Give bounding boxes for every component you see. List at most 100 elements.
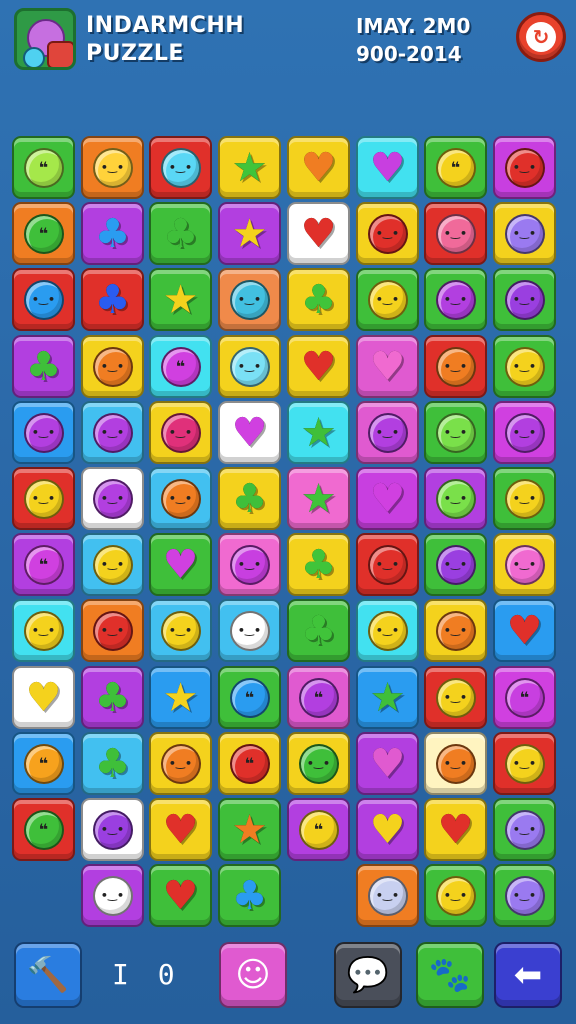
game-tile[interactable]: •‿• — [149, 732, 212, 795]
game-tile[interactable]: ♣ — [81, 732, 144, 795]
game-tile[interactable]: •‿• — [218, 335, 281, 398]
game-tile[interactable]: ❝ — [12, 732, 75, 795]
game-tile[interactable]: ★ — [356, 666, 419, 729]
game-tile[interactable]: ♥ — [356, 467, 419, 530]
game-tile[interactable]: •‿• — [356, 202, 419, 265]
game-tile[interactable]: ★ — [218, 798, 281, 861]
game-tile[interactable]: •‿• — [218, 268, 281, 331]
game-tile[interactable]: ★ — [287, 401, 350, 464]
game-tile[interactable]: •‿• — [81, 864, 144, 927]
game-tile[interactable]: •‿• — [81, 401, 144, 464]
game-tile[interactable]: ♥ — [287, 335, 350, 398]
game-tile[interactable]: •‿• — [149, 401, 212, 464]
game-tile[interactable]: •‿• — [493, 335, 556, 398]
refresh-button[interactable]: ↻ — [516, 12, 566, 62]
game-tile[interactable]: •‿• — [356, 533, 419, 596]
game-tile[interactable]: ♥ — [493, 599, 556, 662]
game-tile[interactable]: •‿• — [493, 401, 556, 464]
game-tile[interactable]: ❝ — [424, 136, 487, 199]
game-tile[interactable]: •‿• — [493, 533, 556, 596]
game-tile[interactable]: ❝ — [12, 798, 75, 861]
game-tile[interactable]: ♥ — [149, 533, 212, 596]
game-tile[interactable]: •‿• — [356, 401, 419, 464]
game-tile[interactable]: ★ — [149, 666, 212, 729]
game-tile[interactable]: ♣ — [287, 533, 350, 596]
game-tile[interactable]: ★ — [218, 202, 281, 265]
game-tile[interactable]: ♥ — [424, 798, 487, 861]
game-tile[interactable]: •‿• — [12, 599, 75, 662]
game-tile[interactable]: ♣ — [149, 202, 212, 265]
game-tile[interactable]: ♥ — [12, 666, 75, 729]
game-tile[interactable]: •‿• — [424, 335, 487, 398]
game-tile[interactable]: •‿• — [12, 401, 75, 464]
game-tile[interactable]: •‿• — [149, 467, 212, 530]
game-tile[interactable]: •‿• — [493, 732, 556, 795]
game-tile[interactable]: •‿• — [424, 599, 487, 662]
game-tile[interactable]: •‿• — [424, 533, 487, 596]
game-tile[interactable]: ❝ — [149, 335, 212, 398]
game-tile[interactable]: •‿• — [424, 401, 487, 464]
game-tile[interactable]: •‿• — [356, 864, 419, 927]
game-tile[interactable]: •‿• — [424, 732, 487, 795]
game-tile[interactable]: ♣ — [81, 202, 144, 265]
game-tile[interactable]: ❝ — [12, 202, 75, 265]
game-tile[interactable]: •‿• — [493, 268, 556, 331]
game-tile[interactable]: ★ — [218, 136, 281, 199]
game-tile[interactable]: •‿• — [493, 467, 556, 530]
game-tile[interactable]: ♥ — [356, 732, 419, 795]
game-tile[interactable]: ❝ — [493, 666, 556, 729]
game-tile[interactable]: •‿• — [81, 335, 144, 398]
game-tile[interactable]: •‿• — [81, 798, 144, 861]
game-tile[interactable]: ♣ — [287, 599, 350, 662]
game-tile[interactable]: •‿• — [12, 467, 75, 530]
game-tile[interactable]: •‿• — [12, 268, 75, 331]
game-tile[interactable]: •‿• — [287, 732, 350, 795]
game-tile[interactable]: ❝ — [218, 666, 281, 729]
pet-button[interactable]: 🐾 — [416, 942, 484, 1008]
game-tile[interactable]: ♣ — [81, 666, 144, 729]
game-tile[interactable]: •‿• — [424, 864, 487, 927]
game-tile[interactable]: ❝ — [287, 798, 350, 861]
game-tile[interactable]: •‿• — [356, 268, 419, 331]
game-tile[interactable]: •‿• — [149, 599, 212, 662]
game-tile[interactable]: •‿• — [218, 599, 281, 662]
game-tile[interactable]: •‿• — [81, 136, 144, 199]
game-tile[interactable]: ♣ — [287, 268, 350, 331]
back-button[interactable]: ⬅ — [494, 942, 562, 1008]
game-tile[interactable]: •‿• — [424, 666, 487, 729]
game-tile[interactable]: ♥ — [218, 401, 281, 464]
game-tile[interactable]: ♣ — [81, 268, 144, 331]
game-tile[interactable]: •‿• — [424, 268, 487, 331]
game-tile[interactable]: ♣ — [218, 467, 281, 530]
hammer-button[interactable]: 🔨 — [14, 942, 82, 1008]
game-tile[interactable]: ♥ — [149, 798, 212, 861]
game-tile[interactable]: •‿• — [424, 202, 487, 265]
game-tile[interactable]: ♥ — [287, 202, 350, 265]
game-tile[interactable]: •‿• — [424, 467, 487, 530]
game-tile[interactable]: ★ — [149, 268, 212, 331]
game-tile[interactable]: •‿• — [149, 136, 212, 199]
game-tile[interactable]: •‿• — [356, 599, 419, 662]
game-tile[interactable]: ❝ — [12, 136, 75, 199]
game-tile[interactable]: •‿• — [493, 798, 556, 861]
game-tile[interactable]: ❝ — [12, 533, 75, 596]
game-tile[interactable]: ♣ — [218, 864, 281, 927]
chat-button[interactable]: 💬 — [334, 942, 402, 1008]
game-tile[interactable]: •‿• — [493, 136, 556, 199]
game-tile[interactable]: ♥ — [356, 798, 419, 861]
game-tile[interactable]: ♣ — [12, 335, 75, 398]
game-tile[interactable]: ❝ — [218, 732, 281, 795]
game-tile[interactable]: •‿• — [81, 599, 144, 662]
game-tile[interactable]: ♥ — [149, 864, 212, 927]
game-tile[interactable]: •‿• — [493, 864, 556, 927]
game-tile[interactable]: ♥ — [356, 136, 419, 199]
game-tile[interactable]: ★ — [287, 467, 350, 530]
game-tile[interactable]: •‿• — [493, 202, 556, 265]
game-tile[interactable]: ♥ — [356, 335, 419, 398]
game-tile[interactable]: •‿• — [81, 533, 144, 596]
game-tile[interactable]: •‿• — [218, 533, 281, 596]
game-tile[interactable]: ❝ — [287, 666, 350, 729]
fluffy-creature-button[interactable]: ☺ — [219, 942, 287, 1008]
game-tile[interactable]: •‿• — [81, 467, 144, 530]
game-tile[interactable]: ♥ — [287, 136, 350, 199]
